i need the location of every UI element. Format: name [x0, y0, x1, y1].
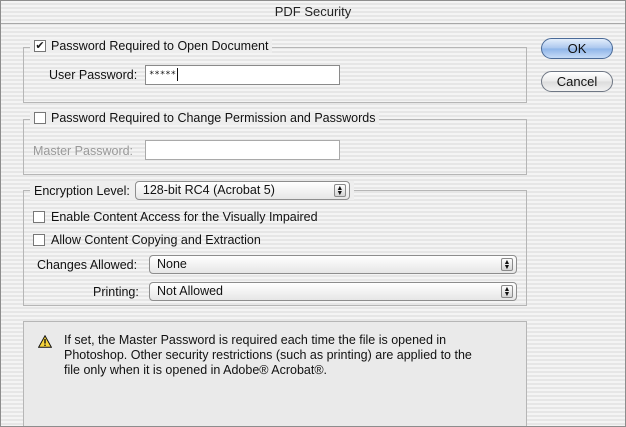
content-copying-option[interactable]: Allow Content Copying and Extraction [33, 233, 261, 247]
encryption-level-popup[interactable]: 128-bit RC4 (Acrobat 5) ▲ ▼ [134, 181, 350, 200]
info-panel: If set, the Master Password is required … [23, 321, 527, 426]
content-copying-checkbox[interactable] [33, 234, 45, 246]
permission-password-checkbox[interactable] [34, 112, 46, 124]
warning-icon [38, 335, 52, 348]
cancel-button[interactable]: Cancel [541, 71, 613, 92]
printing-value: Not Allowed [157, 284, 224, 298]
visually-impaired-option[interactable]: Enable Content Access for the Visually I… [33, 210, 318, 224]
printing-label: Printing: [93, 285, 139, 299]
content-copying-label: Allow Content Copying and Extraction [51, 233, 261, 247]
open-password-checkbox[interactable]: ✔ [34, 40, 46, 52]
window-title: PDF Security [1, 1, 625, 24]
pdf-security-dialog: PDF Security ✔ Password Required to Open… [0, 0, 626, 427]
popup-arrows-icon: ▲ ▼ [501, 258, 513, 271]
open-password-checkbox-label: Password Required to Open Document [51, 39, 269, 53]
encryption-level-value: 128-bit RC4 (Acrobat 5) [142, 183, 275, 197]
popup-arrows-icon: ▲ ▼ [333, 184, 346, 197]
info-text: If set, the Master Password is required … [64, 333, 472, 377]
ok-button[interactable]: OK [541, 38, 613, 59]
visually-impaired-label: Enable Content Access for the Visually I… [51, 210, 318, 224]
changes-allowed-value: None [157, 257, 187, 271]
visually-impaired-checkbox[interactable] [33, 211, 45, 223]
encryption-legend: Encryption Level: 128-bit RC4 (Acrobat 5… [30, 181, 354, 200]
changes-allowed-label: Changes Allowed: [37, 258, 138, 272]
master-password-label: Master Password: [33, 144, 134, 158]
printing-popup[interactable]: Not Allowed ▲ ▼ [149, 282, 517, 301]
open-password-legend[interactable]: ✔ Password Required to Open Document [30, 39, 273, 53]
user-password-value: ***** [149, 70, 177, 80]
text-caret [177, 68, 179, 81]
changes-allowed-popup[interactable]: None ▲ ▼ [149, 255, 517, 274]
user-password-label: User Password: [49, 68, 138, 82]
permission-password-legend[interactable]: Password Required to Change Permission a… [30, 111, 380, 125]
encryption-level-label: Encryption Level: [34, 183, 130, 198]
permission-password-checkbox-label: Password Required to Change Permission a… [51, 111, 376, 125]
master-password-field[interactable] [145, 140, 340, 160]
user-password-field[interactable]: ***** [145, 65, 340, 85]
popup-arrows-icon: ▲ ▼ [501, 285, 513, 298]
